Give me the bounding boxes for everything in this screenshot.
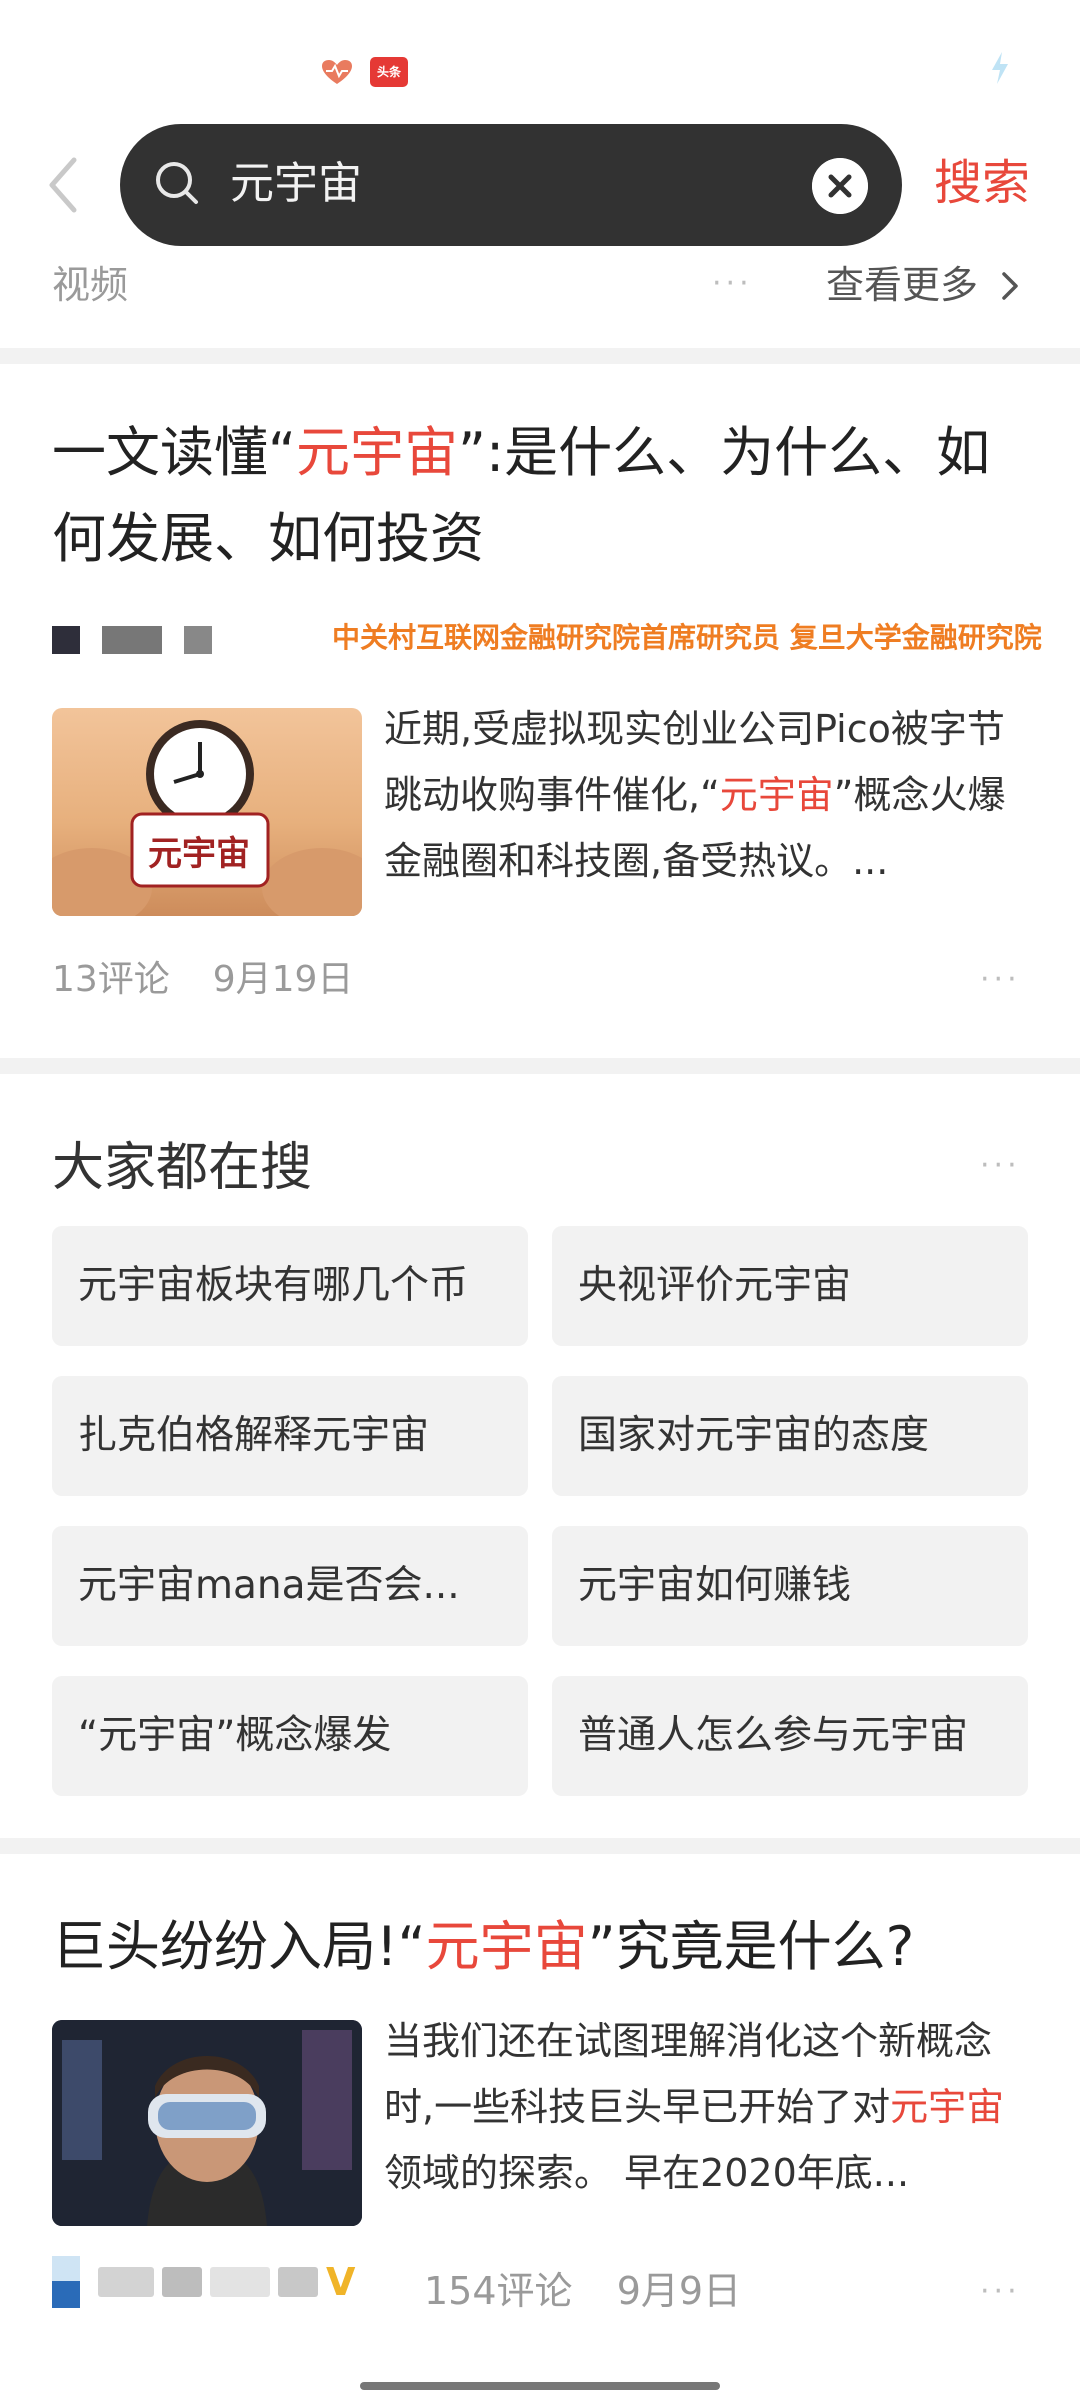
status-bar-icons: 头条 (320, 52, 408, 92)
thumbnail-label: 元宇宙 (148, 834, 250, 874)
snippet-highlight: 元宇宙 (890, 2085, 1005, 2129)
trending-searches-title: 大家都在搜 (52, 1138, 313, 1198)
trending-item[interactable]: 国家对元宇宙的态度 (552, 1376, 1028, 1496)
snippet-suffix: 领域的探索。 早在2020年底... (384, 2151, 910, 2195)
article-snippet[interactable]: 当我们还在试图理解消化这个新概念时,一些科技巨头早已开始了对元宇宙领域的探索。 … (384, 2008, 1034, 2206)
snippet-highlight: 元宇宙 (719, 773, 834, 817)
article-source[interactable]: V (52, 2256, 355, 2308)
chevron-right-icon[interactable] (1000, 270, 1020, 302)
search-query-text[interactable]: 元宇宙 (230, 154, 362, 214)
search-button[interactable]: 搜索 (934, 150, 1030, 216)
source-name-blurred (210, 2267, 270, 2297)
trending-item[interactable]: 央视评价元宇宙 (552, 1226, 1028, 1346)
source-name-blurred (278, 2267, 318, 2297)
back-button[interactable] (40, 150, 90, 220)
trending-grid: 元宇宙板块有哪几个币 央视评价元宇宙 扎克伯格解释元宇宙 国家对元宇宙的态度 元… (52, 1226, 1028, 1796)
section-divider (0, 348, 1080, 364)
title-highlight: 元宇宙 (425, 1915, 588, 1978)
article-thumbnail[interactable]: 元宇宙 (52, 708, 362, 916)
home-indicator[interactable] (360, 2382, 720, 2390)
vr-headset-illustration (52, 2020, 362, 2226)
title-highlight: 元宇宙 (295, 421, 458, 484)
trending-item[interactable]: 普通人怎么参与元宇宙 (552, 1676, 1028, 1796)
comment-count: 13评论 (52, 959, 170, 1000)
trending-item[interactable]: “元宇宙”概念爆发 (52, 1676, 528, 1796)
heart-icon (322, 60, 352, 84)
author-strip: 中关村互联网金融研究院首席研究员 复旦大学金融研究院 (52, 596, 1080, 682)
title-prefix: 一文读懂“ (52, 421, 296, 484)
article-thumbnail[interactable] (52, 2020, 362, 2226)
trending-item[interactable]: 元宇宙板块有哪几个币 (52, 1226, 528, 1346)
article-title[interactable]: 一文读懂“元宇宙”:是什么、为什么、如何发展、如何投资 (52, 410, 1032, 582)
source-name-blurred (162, 2267, 202, 2297)
article-snippet[interactable]: 近期,受虚拟现实创业公司Pico被字节跳动收购事件催化,“元宇宙”概念火爆金融圈… (384, 696, 1034, 894)
search-icon (156, 162, 198, 204)
article-more-options[interactable]: ··· (980, 962, 1021, 997)
title-suffix: ”究竟是什么? (587, 1915, 915, 1978)
toutiao-app-icon: 头条 (370, 57, 408, 87)
article-more-options[interactable]: ··· (980, 2274, 1021, 2309)
see-more-link[interactable]: 查看更多 (826, 258, 978, 312)
charging-bolt-icon (992, 52, 1008, 84)
title-prefix: 巨头纷纷入局!“ (52, 1915, 426, 1978)
video-section-label: 视频 (52, 263, 129, 307)
trending-item[interactable]: 扎克伯格解释元宇宙 (52, 1376, 528, 1496)
publish-date: 9月19日 (212, 959, 354, 1000)
source-avatar (52, 2256, 80, 2308)
article-meta: 154评论 9月9日 (424, 2264, 741, 2318)
trending-item[interactable]: 元宇宙如何赚钱 (552, 1526, 1028, 1646)
section-divider (0, 1058, 1080, 1074)
section-divider (0, 1838, 1080, 1854)
author-avatar-blurred (52, 626, 212, 654)
clear-search-button[interactable] (812, 158, 868, 214)
source-name-blurred (98, 2267, 154, 2297)
comment-count: 154评论 (424, 2269, 573, 2313)
article-title[interactable]: 巨头纷纷入局!“元宇宙”究竟是什么? (52, 1904, 1032, 1990)
trending-item[interactable]: 元宇宙mana是否会... (52, 1526, 528, 1646)
trending-more-options[interactable]: ··· (980, 1148, 1021, 1183)
video-more-options[interactable]: ··· (712, 266, 753, 301)
author-title-tag: 中关村互联网金融研究院首席研究员 复旦大学金融研究院 (332, 621, 1042, 654)
verified-badge: V (326, 2260, 356, 2304)
article-meta: 13评论 9月19日 (52, 952, 353, 1008)
clock-illustration (52, 720, 362, 916)
publish-date: 9月9日 (616, 2269, 742, 2313)
